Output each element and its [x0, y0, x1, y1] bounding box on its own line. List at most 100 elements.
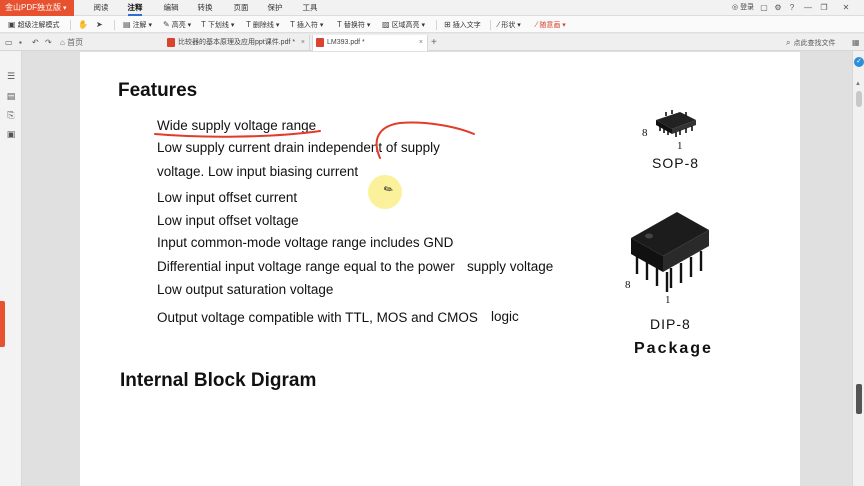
document-tab-bar: ▭ ▪ ↶ ↷ ⌂ 首页 比较器的基本原理及应用ppt课件.pdf * × LM… — [0, 34, 864, 51]
grid-view-icon[interactable]: ▦ — [852, 35, 860, 50]
comment-panel-icon[interactable]: ▤ — [6, 91, 16, 101]
highlight-label: 高亮 ▾ — [171, 22, 192, 29]
strikethrough-button[interactable]: T 删除线 ▾ — [246, 16, 279, 33]
side-panel-toggle[interactable] — [856, 384, 862, 414]
tab-page[interactable]: 页面 — [224, 0, 258, 16]
shape-icon: ∕ — [498, 20, 500, 29]
user-icon: ◎ — [732, 4, 739, 11]
app-menu-button[interactable]: 金山PDF独立版 ▾ — [0, 0, 74, 16]
insert-mark-button[interactable]: T 插入符 ▾ — [290, 16, 323, 33]
area-highlight-label: 区域高亮 ▾ — [391, 22, 426, 29]
feature-item: Differential input voltage range equal t… — [157, 259, 455, 274]
replace-icon: T — [337, 20, 342, 29]
tab-convert[interactable]: 转换 — [188, 0, 222, 16]
highlight-button[interactable]: ✎ 高亮 ▾ — [163, 16, 191, 33]
tab-document-title: 比较器的基本原理及应用ppt课件.pdf * — [178, 39, 296, 46]
pointer-icon: ➤ — [96, 20, 103, 29]
replace-mark-button[interactable]: T 替换符 ▾ — [337, 16, 370, 33]
sop8-pin-label: 1 — [677, 140, 683, 152]
undo-icon[interactable]: ↶ — [32, 34, 39, 51]
feature-item: Low input offset voltage — [157, 213, 299, 228]
tab-document-comparator[interactable]: 比较器的基本原理及应用ppt课件.pdf * × — [164, 35, 310, 51]
feature-item: Wide supply voltage range — [157, 118, 317, 133]
feature-item: voltage. Low input biasing current — [157, 164, 359, 179]
strikethrough-label: 删除线 ▾ — [252, 22, 280, 29]
feature-item: Low supply current drain independent of … — [157, 140, 440, 155]
tab-read[interactable]: 阅读 — [84, 0, 118, 16]
super-annotation-mode-label: 超级注解模式 — [17, 22, 60, 29]
attachment-icon[interactable]: ⎘ — [6, 110, 16, 120]
feature-item-continuation: logic — [491, 309, 519, 324]
shape-label: 形状 ▾ — [501, 22, 521, 29]
feature-item: Input common-mode voltage range includes… — [157, 235, 454, 250]
divider — [70, 20, 71, 30]
tab-tools[interactable]: 工具 — [293, 0, 327, 16]
super-annotation-mode-button[interactable]: ▣ 超级注解模式 — [8, 16, 60, 33]
redo-icon[interactable]: ↷ — [45, 34, 52, 51]
note-label: 注解 ▾ — [132, 22, 153, 29]
divider — [490, 20, 491, 30]
scroll-up-icon[interactable]: ▲ — [855, 81, 861, 87]
freehand-button[interactable]: ∕ 随意画 ▾ — [536, 16, 566, 33]
minimize-icon[interactable]: — — [802, 2, 814, 14]
hand-tool-button[interactable]: ✋ — [78, 16, 90, 33]
tab-protect[interactable]: 保护 — [258, 0, 292, 16]
feature-item-continuation: supply voltage — [467, 259, 554, 274]
sop8-label: SOP-8 — [652, 155, 700, 171]
login-button[interactable]: ◎ 登录 — [732, 2, 754, 14]
close-tab-icon[interactable]: × — [419, 35, 423, 50]
underline-label: 下划线 ▾ — [207, 22, 235, 29]
caret-insert-icon: T — [290, 20, 295, 29]
underline-icon: T — [201, 20, 206, 29]
dip8-label: DIP-8 — [650, 316, 691, 332]
left-sidebar: ☰ ▤ ⎘ ▣ — [0, 51, 22, 486]
home-tab-label: 首页 — [67, 38, 84, 47]
area-highlight-button[interactable]: ▨ 区域高亮 ▾ — [382, 16, 425, 33]
tab-annotate[interactable]: 注释 — [118, 0, 152, 16]
tab-document-lm393[interactable]: LM393.pdf * × — [312, 35, 428, 51]
area-highlight-icon: ▨ — [382, 20, 390, 29]
strikethrough-icon: T — [246, 20, 251, 29]
package-caption: Package — [634, 340, 713, 357]
file-search-button[interactable]: ⌕ 点此查找文件 — [786, 37, 848, 49]
vertical-scrollbar[interactable]: ✓ ▲ — [852, 51, 864, 486]
scrollbar-thumb[interactable] — [856, 91, 862, 107]
replace-mark-label: 替换符 ▾ — [343, 22, 371, 29]
annotation-mode-icon: ▣ — [8, 20, 16, 29]
close-tab-icon[interactable]: × — [301, 35, 305, 50]
annotation-toolbar: ▣ 超级注解模式 ✋ ➤ ▤ 注解 ▾ ✎ 高亮 ▾ T 下划线 ▾ T 删除线 ▾ T插… — [0, 16, 864, 33]
dip8-pin-label: 8 — [625, 279, 631, 291]
divider — [114, 20, 115, 30]
note-button[interactable]: ▤ 注解 ▾ — [123, 16, 152, 33]
home-tab[interactable]: ⌂ 首页 — [60, 34, 83, 51]
restore-icon[interactable]: ❐ — [818, 2, 830, 14]
menu-bar: 金山PDF独立版 ▾ 阅读 注释 编辑 转换 页面 保护 工具 ◎ 登录 ▢ ⚙ … — [0, 0, 864, 16]
text-box-icon: ⊞ — [444, 20, 451, 29]
thumbnail-icon[interactable]: ▣ — [6, 129, 16, 139]
help-icon[interactable]: ? — [786, 2, 798, 14]
file-search-label: 点此查找文件 — [793, 40, 836, 47]
freehand-label: 随意画 ▾ — [539, 22, 566, 29]
select-tool-button[interactable]: ➤ — [96, 16, 105, 33]
underline-button[interactable]: T 下划线 ▾ — [201, 16, 234, 33]
search-icon: ⌕ — [786, 38, 791, 47]
shape-button[interactable]: ∕ 形状 ▾ — [498, 16, 521, 33]
dip8-pin-label: 1 — [665, 294, 671, 306]
skin-icon[interactable]: ▢ — [758, 2, 770, 14]
login-label: 登录 — [740, 4, 755, 11]
settings-icon[interactable]: ⚙ — [772, 2, 784, 14]
outline-icon[interactable]: ☰ — [6, 71, 16, 81]
pdf-file-icon — [167, 38, 175, 47]
feature-item: Low input offset current — [157, 190, 298, 205]
open-folder-icon[interactable]: ▭ — [5, 34, 13, 51]
close-icon[interactable]: ✕ — [840, 2, 852, 14]
insert-text-button[interactable]: ⊞ 插入文字 — [444, 16, 481, 33]
divider — [436, 20, 437, 30]
new-tab-button[interactable]: + — [431, 34, 437, 51]
tab-edit[interactable]: 编辑 — [154, 0, 188, 16]
assistant-icon[interactable]: ✓ — [854, 57, 864, 67]
sidebar-expand-handle[interactable] — [0, 301, 5, 347]
hand-icon: ✋ — [78, 20, 88, 29]
save-icon[interactable]: ▪ — [19, 34, 22, 51]
block-diagram-heading: Internal Block Digram — [120, 370, 317, 391]
